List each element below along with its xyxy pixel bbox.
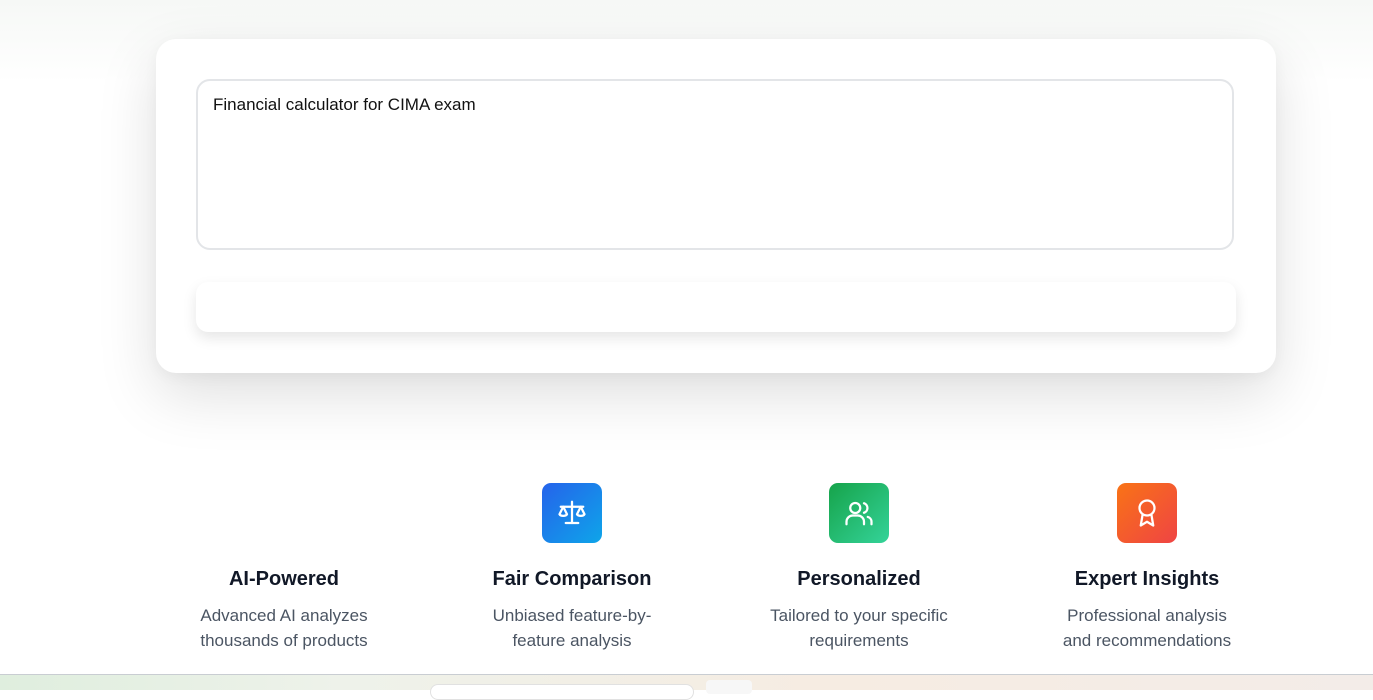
feature-title: AI-Powered bbox=[228, 568, 340, 590]
feature-description: Professional analysis and recommendation… bbox=[1062, 606, 1232, 650]
users-icon bbox=[829, 483, 889, 543]
feature-title: Personalized bbox=[797, 568, 921, 590]
feature-fair-comparison: Fair Comparison Unbiased feature-by-feat… bbox=[457, 483, 687, 653]
feature-description: Unbiased feature-by-feature analysis bbox=[492, 606, 652, 650]
feature-personalized: Personalized Tailored to your specific r… bbox=[744, 483, 974, 653]
query-textarea[interactable]: Financial calculator for CIMA exam bbox=[196, 79, 1234, 250]
feature-ai-powered: AI-Powered Advanced AI analyzes thousand… bbox=[169, 483, 399, 653]
award-icon bbox=[1117, 483, 1177, 543]
feature-description: Tailored to your specific requirements bbox=[770, 606, 948, 650]
feature-title: Fair Comparison bbox=[492, 568, 652, 590]
scale-icon bbox=[542, 483, 602, 543]
bottom-app-button[interactable] bbox=[706, 680, 752, 694]
ai-icon-placeholder bbox=[254, 483, 314, 543]
submit-button[interactable] bbox=[196, 282, 1236, 332]
feature-description: Advanced AI analyzes thousands of produc… bbox=[200, 606, 368, 650]
feature-title: Expert Insights bbox=[1074, 568, 1220, 590]
search-card: Financial calculator for CIMA exam bbox=[156, 39, 1276, 373]
feature-expert-insights: Expert Insights Professional analysis an… bbox=[1032, 483, 1262, 653]
bottom-search-pill[interactable] bbox=[430, 684, 694, 700]
